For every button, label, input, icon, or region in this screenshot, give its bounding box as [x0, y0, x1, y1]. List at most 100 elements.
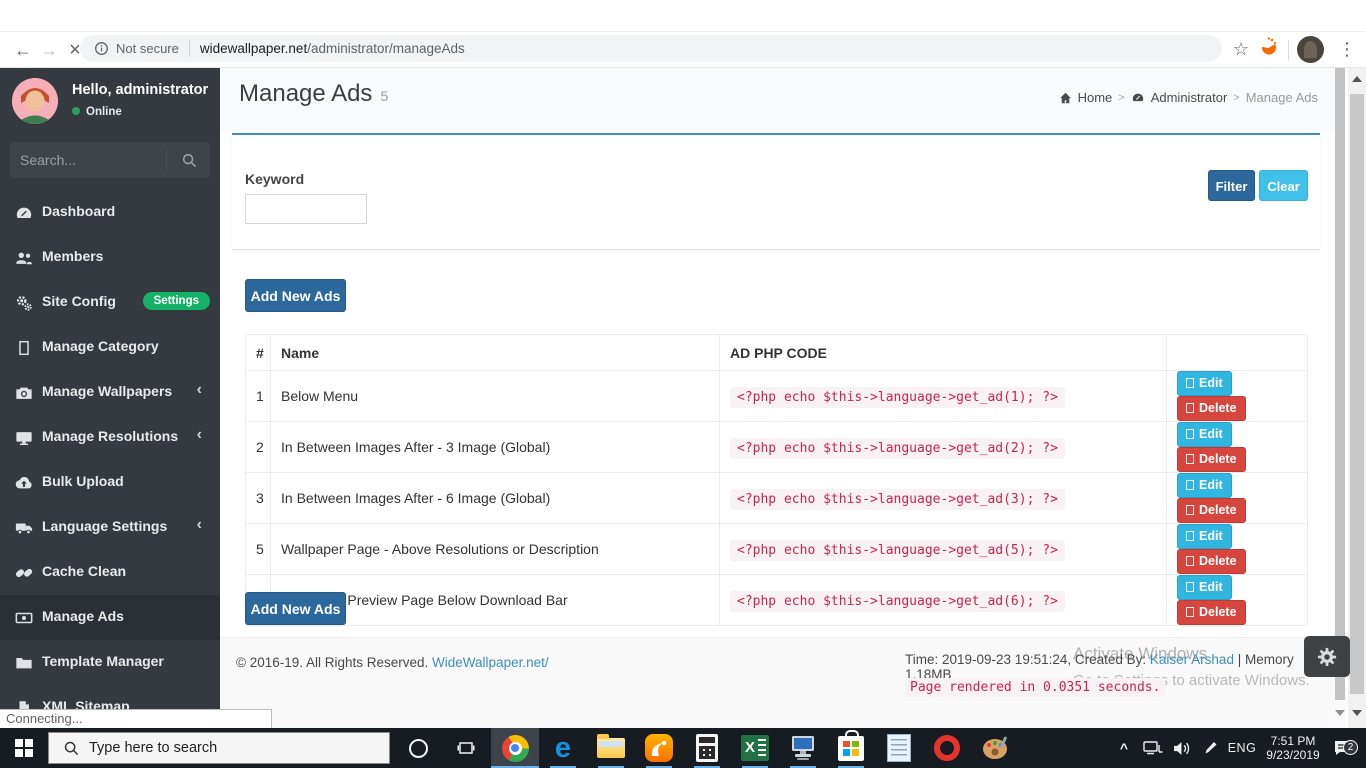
sidebar-item-site-config[interactable]: Site Config Settings — [0, 280, 220, 325]
delete-button[interactable]: Delete — [1177, 549, 1246, 574]
settings-fab-button[interactable] — [1304, 636, 1350, 677]
sidebar-search-input[interactable] — [10, 152, 166, 168]
taskbar-remote-desktop[interactable] — [779, 728, 827, 768]
cortana-button[interactable] — [394, 728, 442, 768]
edge-icon: e — [555, 734, 571, 763]
edit-button[interactable]: Edit — [1177, 524, 1232, 549]
ads-table: # Name AD PHP CODE 1 Below Menu <?php ec… — [245, 334, 1308, 626]
delete-button[interactable]: Delete — [1177, 447, 1246, 472]
page-title-text: Manage Ads — [239, 80, 372, 107]
taskbar-chrome[interactable] — [491, 728, 539, 768]
sidebar-item-manage-ads[interactable]: Manage Ads — [0, 595, 220, 640]
back-icon[interactable]: ← — [10, 37, 36, 63]
footer-time: Time: 2019-09-23 19:51:24, Created By: — [905, 652, 1150, 667]
delete-button[interactable]: Delete — [1177, 600, 1246, 625]
edit-button[interactable]: Edit — [1177, 422, 1232, 447]
cortana-icon — [409, 739, 428, 758]
tray-chevron-up-icon[interactable]: ^ — [1112, 728, 1136, 768]
screen: ← → × Not secure widewallpaper.net/admin… — [0, 0, 1366, 768]
sidebar-item-members[interactable]: Members — [0, 235, 220, 280]
breadcrumb-home[interactable]: Home — [1078, 90, 1113, 105]
sidebar-item-language-settings[interactable]: Language Settings ‹ — [0, 505, 220, 550]
camera-icon — [14, 383, 33, 402]
clock-time: 7:51 PM — [1266, 734, 1319, 748]
table-row: 2 In Between Images After - 3 Image (Glo… — [246, 422, 1308, 473]
sidebar-item-cache-clean[interactable]: Cache Clean — [0, 550, 220, 595]
add-new-ads-button[interactable]: Add New Ads — [245, 279, 346, 312]
square-glyph-icon — [1186, 378, 1194, 388]
scroll-up-icon[interactable] — [1352, 76, 1362, 82]
taskbar: Type here to search e X ^ ENG 7:51 PM9/2… — [0, 728, 1366, 768]
square-glyph-icon — [1186, 531, 1194, 541]
taskbar-opera[interactable] — [923, 728, 971, 768]
ad-php-code: <?php echo $this->language->get_ad(3); ?… — [730, 489, 1065, 510]
sidebar-item-template-manager[interactable]: Template Manager — [0, 640, 220, 685]
network-icon[interactable] — [1140, 728, 1166, 768]
search-icon[interactable] — [166, 149, 210, 171]
sidebar-item-bulk-upload[interactable]: Bulk Upload — [0, 460, 220, 505]
language-settings-icon — [14, 518, 33, 537]
volume-icon[interactable] — [1168, 728, 1196, 768]
author-link[interactable]: Kaiser Arshad — [1150, 652, 1234, 667]
filter-button[interactable]: Filter — [1208, 170, 1255, 201]
taskbar-search[interactable]: Type here to search — [48, 732, 390, 764]
start-button[interactable] — [0, 728, 48, 768]
sidebar-item-manage-wallpapers[interactable]: Manage Wallpapers ‹ — [0, 370, 220, 415]
forward-icon[interactable]: → — [36, 37, 62, 63]
sidebar-item-dashboard[interactable]: Dashboard — [0, 190, 220, 235]
user-avatar — [12, 78, 58, 124]
money-bill-icon — [14, 608, 33, 627]
browser-menu-icon[interactable]: ⋮ — [1334, 36, 1360, 62]
edit-button[interactable]: Edit — [1177, 371, 1232, 396]
category-box-icon — [14, 338, 33, 357]
delete-button[interactable]: Delete — [1177, 396, 1246, 421]
language-indicator[interactable]: ENG — [1224, 728, 1260, 768]
address-bar[interactable]: Not secure widewallpaper.net/administrat… — [80, 35, 1222, 62]
bookmark-star-icon[interactable]: ☆ — [1228, 36, 1254, 62]
copyright-text: © 2016-19. All Rights Reserved. WideWall… — [236, 655, 549, 670]
extension-icon[interactable] — [1258, 36, 1284, 62]
taskbar-excel[interactable]: X — [731, 728, 779, 768]
calculator-icon — [696, 734, 718, 762]
taskbar-clock[interactable]: 7:51 PM9/23/2019 — [1260, 728, 1326, 768]
sidebar-item-manage-resolutions[interactable]: Manage Resolutions ‹ — [0, 415, 220, 460]
page-scrollbar-thumb[interactable] — [1335, 68, 1345, 700]
taskbar-paint[interactable] — [971, 728, 1019, 768]
sidebar-item-label: Manage Wallpapers — [42, 383, 172, 399]
browser-profile-avatar[interactable] — [1297, 36, 1324, 63]
delete-button[interactable]: Delete — [1177, 498, 1246, 523]
browser-tab-strip[interactable] — [0, 0, 1366, 32]
pen-icon[interactable] — [1198, 728, 1224, 768]
taskbar-calculator[interactable] — [683, 728, 731, 768]
taskbar-file-explorer[interactable] — [587, 728, 635, 768]
browser-scrollbar-thumb[interactable] — [1350, 94, 1364, 694]
browser-scrollbar[interactable] — [1348, 68, 1366, 728]
file-explorer-icon — [597, 738, 625, 758]
url-path: /administrator/manageAds — [307, 41, 465, 56]
settings-badge: Settings — [143, 292, 210, 310]
sidebar-item-manage-category[interactable]: Manage Category — [0, 325, 220, 370]
edit-button[interactable]: Edit — [1177, 575, 1232, 600]
online-status-label: Online — [86, 106, 122, 118]
clock-date: 9/23/2019 — [1266, 748, 1319, 762]
taskbar-notepad[interactable] — [875, 728, 923, 768]
notification-badge: 2 — [1343, 740, 1358, 755]
site-link[interactable]: WideWallpaper.net/ — [432, 655, 549, 670]
taskbar-uc-browser[interactable] — [635, 728, 683, 768]
task-view-button[interactable] — [442, 728, 490, 768]
info-icon[interactable] — [94, 41, 109, 56]
omnibox-divider — [189, 41, 190, 57]
taskbar-store[interactable] — [827, 728, 875, 768]
scroll-down-icon[interactable] — [1335, 710, 1345, 716]
taskbar-edge[interactable]: e — [539, 728, 587, 768]
store-icon — [838, 736, 864, 761]
edit-button[interactable]: Edit — [1177, 473, 1232, 498]
sidebar-item-label: Site Config — [42, 293, 116, 309]
action-center-button[interactable]: 2 — [1328, 728, 1358, 768]
keyword-input[interactable] — [245, 194, 367, 224]
page-scrollbar[interactable] — [1334, 68, 1346, 728]
clear-button[interactable]: Clear — [1259, 170, 1308, 201]
scroll-down-icon[interactable] — [1352, 710, 1362, 716]
breadcrumb-administrator[interactable]: Administrator — [1151, 90, 1228, 105]
add-new-ads-button-bottom[interactable]: Add New Ads — [245, 592, 346, 625]
